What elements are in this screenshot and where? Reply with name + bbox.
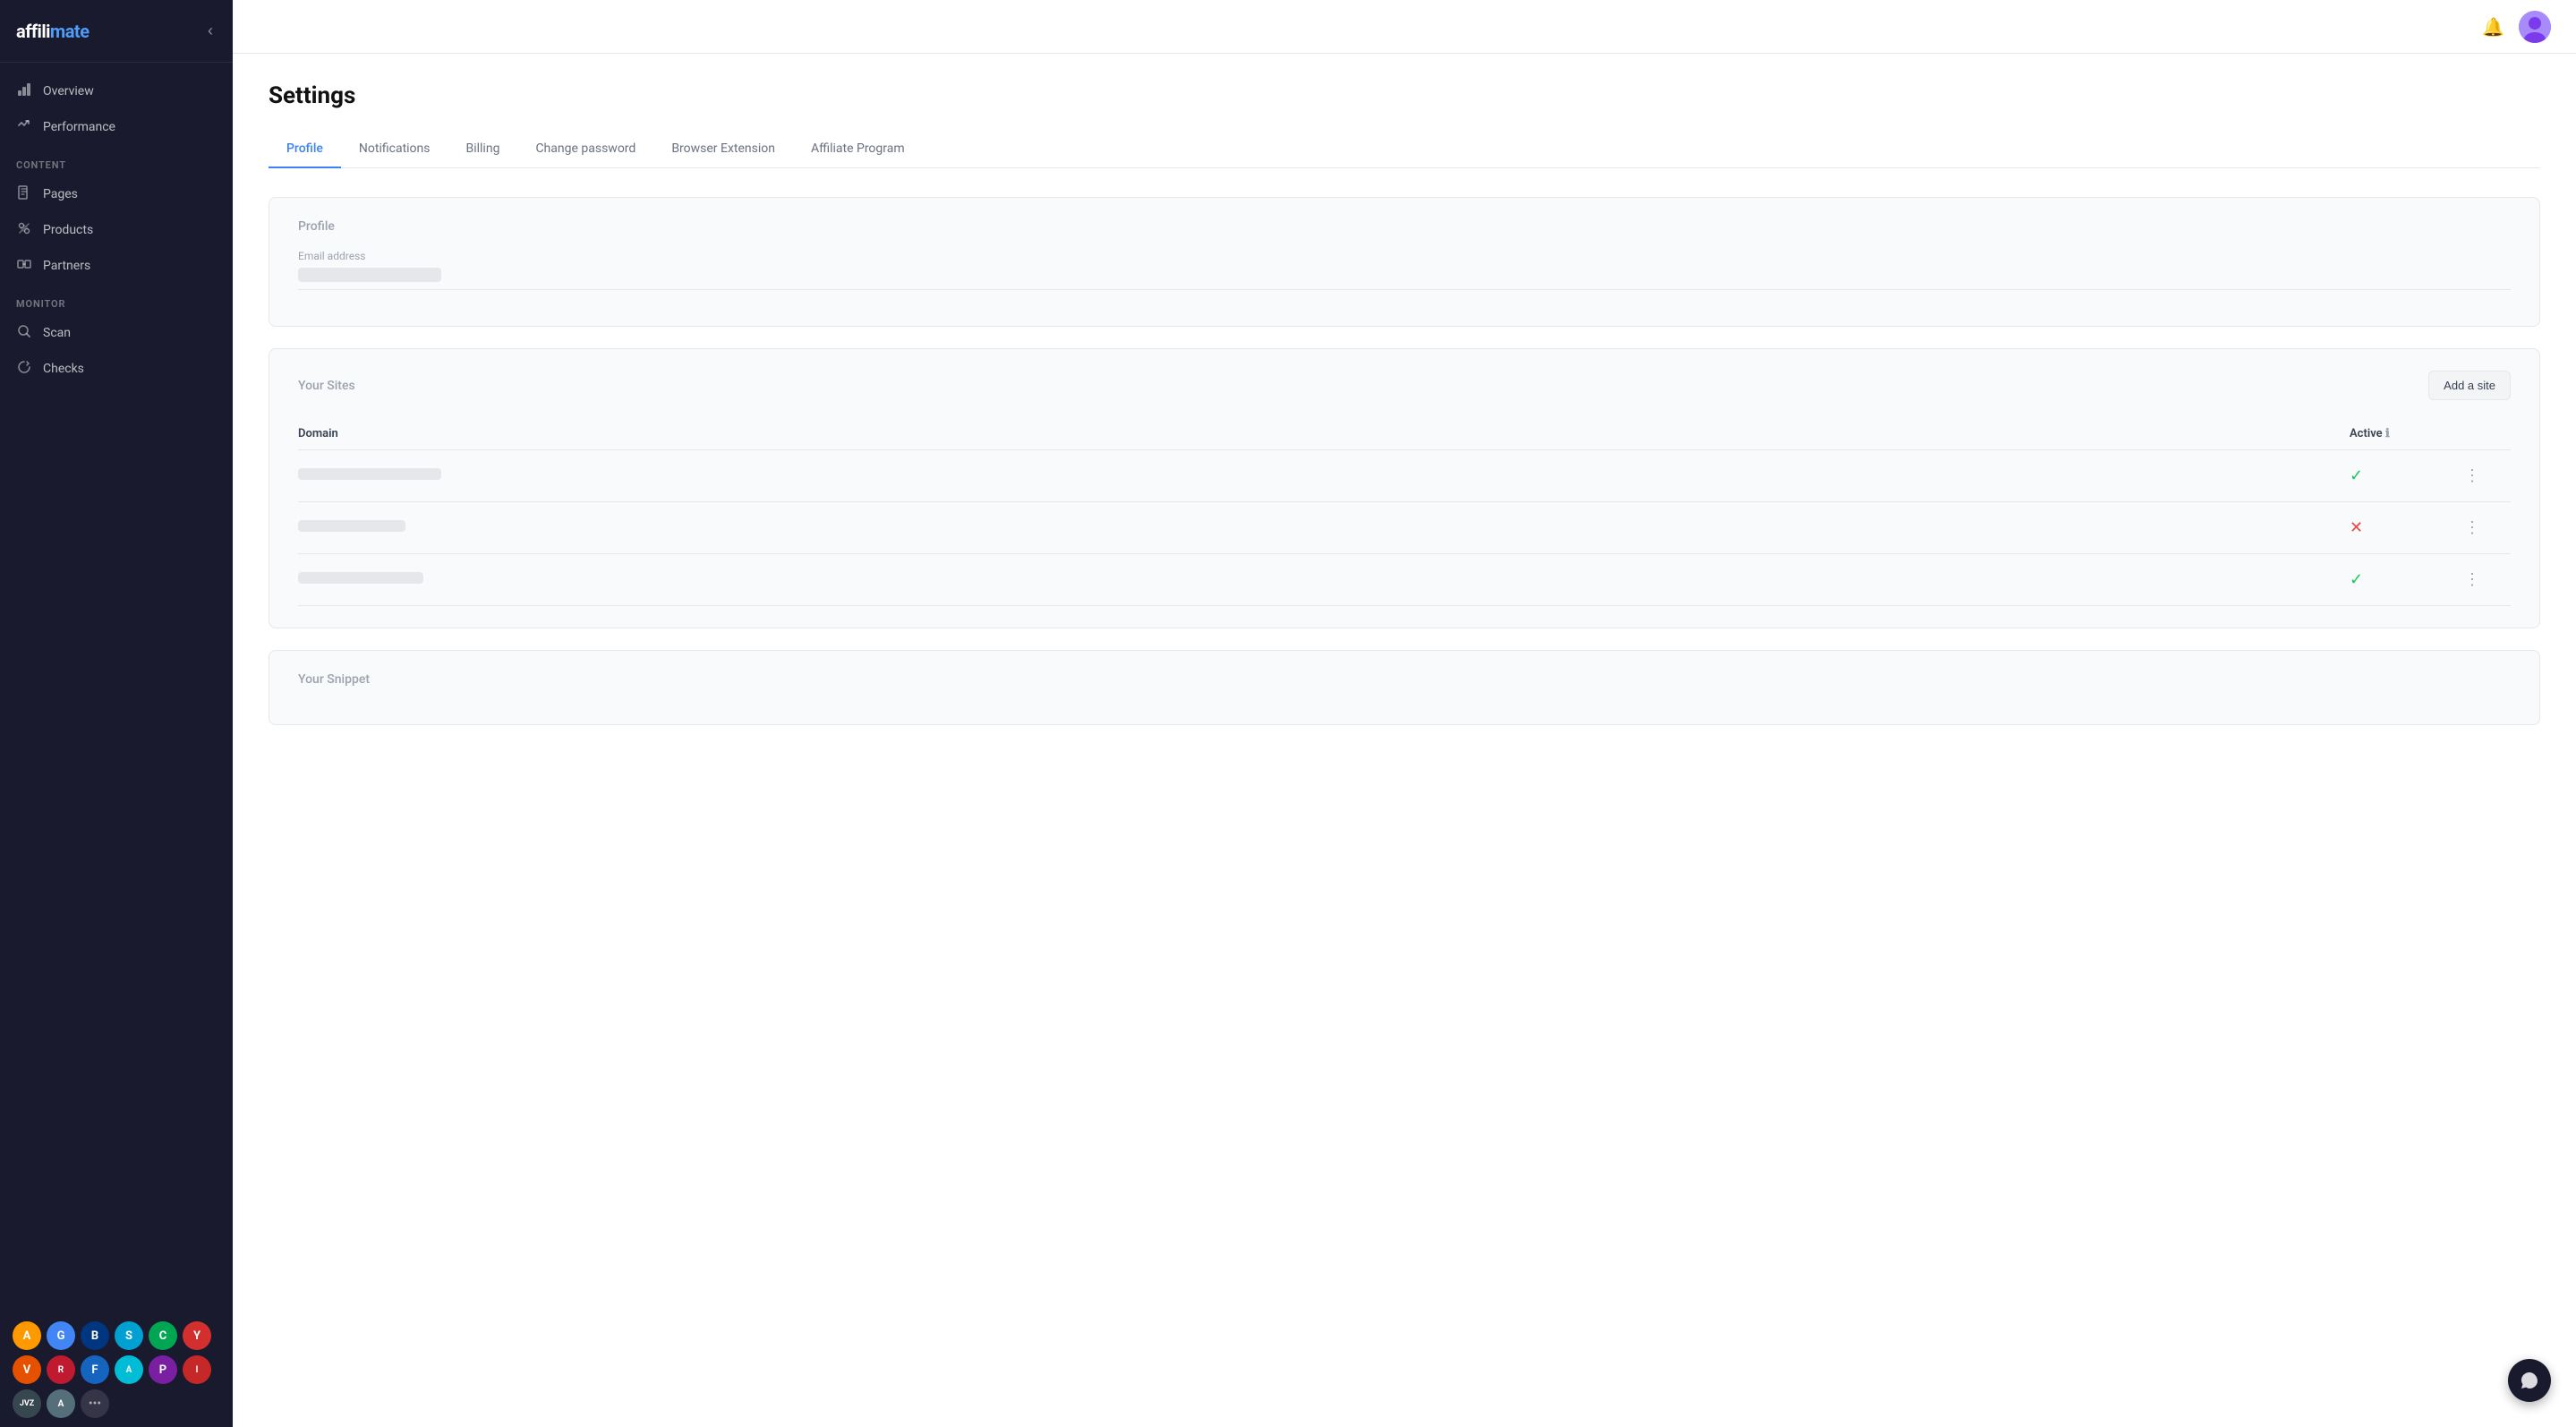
active-check-icon: ✓ — [2350, 570, 2363, 589]
products-icon — [16, 221, 32, 239]
sidebar-item-label: Pages — [43, 187, 78, 201]
chat-button[interactable] — [2508, 1359, 2551, 1402]
table-row: ✓ ⋮ — [298, 450, 2511, 502]
actions-column-header — [2457, 418, 2511, 450]
sidebar-item-label: Checks — [43, 362, 84, 376]
more-integrations-button[interactable]: ••• — [81, 1389, 109, 1418]
sidebar-item-checks[interactable]: Checks — [0, 351, 233, 387]
active-column-header: Active ℹ — [2350, 418, 2457, 450]
integration-jvzoo[interactable]: JVZ — [13, 1389, 41, 1418]
domain-placeholder — [298, 572, 423, 584]
tab-affiliate-program[interactable]: Affiliate Program — [793, 131, 923, 168]
integration-other[interactable]: A — [47, 1389, 75, 1418]
integration-skimlinks[interactable]: S — [115, 1321, 143, 1350]
content-section-label: CONTENT — [0, 145, 233, 176]
tab-notifications[interactable]: Notifications — [341, 131, 448, 168]
sidebar-item-label: Overview — [43, 84, 94, 98]
table-row: ✓ ⋮ — [298, 554, 2511, 606]
actions-cell: ⋮ — [2457, 554, 2511, 606]
snippet-section-title: Your Snippet — [298, 672, 2511, 687]
integrations-grid: A G B S C Y V R F A P I JVZ A ••• — [0, 1312, 233, 1427]
sidebar-header: affilimate ‹ — [0, 0, 233, 63]
checks-icon — [16, 360, 32, 378]
row-menu-button[interactable]: ⋮ — [2457, 463, 2487, 489]
notification-bell-icon[interactable]: 🔔 — [2482, 16, 2504, 38]
settings-tabs: Profile Notifications Billing Change pas… — [269, 131, 2540, 168]
domain-cell — [298, 502, 2350, 554]
sites-section: Your Sites Add a site Domain Active ℹ — [269, 348, 2540, 628]
integration-awin[interactable]: A — [115, 1355, 143, 1384]
domain-placeholder — [298, 520, 405, 532]
email-form-group: Email address — [298, 250, 2511, 290]
tab-profile[interactable]: Profile — [269, 131, 341, 168]
tab-change-password[interactable]: Change password — [517, 131, 653, 168]
integration-cj[interactable]: C — [149, 1321, 177, 1350]
tab-browser-extension[interactable]: Browser Extension — [653, 131, 793, 168]
sidebar-item-performance[interactable]: Performance — [0, 109, 233, 145]
content-area: Settings Profile Notifications Billing C… — [233, 54, 2576, 1427]
active-check-icon: ✓ — [2350, 466, 2363, 485]
active-cell: ✓ — [2350, 450, 2457, 502]
row-menu-button[interactable]: ⋮ — [2457, 567, 2487, 593]
partners-icon — [16, 257, 32, 275]
sites-section-title: Your Sites — [298, 379, 355, 393]
actions-cell: ⋮ — [2457, 450, 2511, 502]
monitor-section-label: MONITOR — [0, 284, 233, 315]
tab-billing[interactable]: Billing — [448, 131, 518, 168]
scan-icon — [16, 324, 32, 342]
sidebar-item-label: Performance — [43, 120, 115, 134]
profile-section-title: Profile — [298, 219, 2511, 234]
sidebar-item-pages[interactable]: Pages — [0, 176, 233, 212]
sidebar-item-products[interactable]: Products — [0, 212, 233, 248]
sidebar-item-scan[interactable]: Scan — [0, 315, 233, 351]
integration-shareasale[interactable]: Y — [183, 1321, 211, 1350]
sidebar-item-label: Scan — [43, 326, 71, 340]
sidebar-item-label: Products — [43, 223, 93, 237]
row-menu-button[interactable]: ⋮ — [2457, 515, 2487, 541]
performance-icon — [16, 118, 32, 136]
main-area: 🔔 Settings Profile Notifications Billing… — [233, 0, 2576, 1427]
actions-cell: ⋮ — [2457, 502, 2511, 554]
sidebar: affilimate ‹ Overview Performance CONTEN… — [0, 0, 233, 1427]
domain-column-header: Domain — [298, 418, 2350, 450]
integration-flexoffers[interactable]: F — [81, 1355, 109, 1384]
sidebar-navigation: Overview Performance CONTENT Pages Produ… — [0, 63, 233, 1312]
domain-cell — [298, 450, 2350, 502]
add-site-button[interactable]: Add a site — [2428, 371, 2511, 400]
snippet-section: Your Snippet — [269, 650, 2540, 725]
integration-viglink[interactable]: V — [13, 1355, 41, 1384]
domain-placeholder — [298, 468, 441, 480]
profile-section: Profile Email address — [269, 197, 2540, 327]
domain-cell — [298, 554, 2350, 606]
page-title: Settings — [269, 82, 2540, 109]
user-avatar[interactable] — [2519, 11, 2551, 43]
logo: affilimate — [16, 21, 90, 42]
overview-icon — [16, 82, 32, 100]
email-value-placeholder — [298, 268, 441, 282]
sidebar-item-partners[interactable]: Partners — [0, 248, 233, 284]
pages-icon — [16, 185, 32, 203]
table-row: ✕ ⋮ — [298, 502, 2511, 554]
sites-table: Domain Active ℹ — [298, 418, 2511, 606]
sidebar-collapse-button[interactable]: ‹ — [204, 18, 217, 44]
inactive-x-icon: ✕ — [2350, 518, 2363, 537]
integration-impact[interactable]: I — [183, 1355, 211, 1384]
integration-amazon[interactable]: A — [13, 1321, 41, 1350]
sites-section-header: Your Sites Add a site — [298, 371, 2511, 400]
active-info-icon[interactable]: ℹ — [2385, 427, 2390, 440]
email-label: Email address — [298, 250, 2511, 262]
active-cell: ✕ — [2350, 502, 2457, 554]
integration-booking[interactable]: B — [81, 1321, 109, 1350]
sidebar-item-overview[interactable]: Overview — [0, 73, 233, 109]
integration-pepperjam[interactable]: P — [149, 1355, 177, 1384]
active-cell: ✓ — [2350, 554, 2457, 606]
topbar: 🔔 — [233, 0, 2576, 54]
sidebar-item-label: Partners — [43, 259, 90, 273]
integration-google[interactable]: G — [47, 1321, 75, 1350]
integration-rakuten[interactable]: R — [47, 1355, 75, 1384]
